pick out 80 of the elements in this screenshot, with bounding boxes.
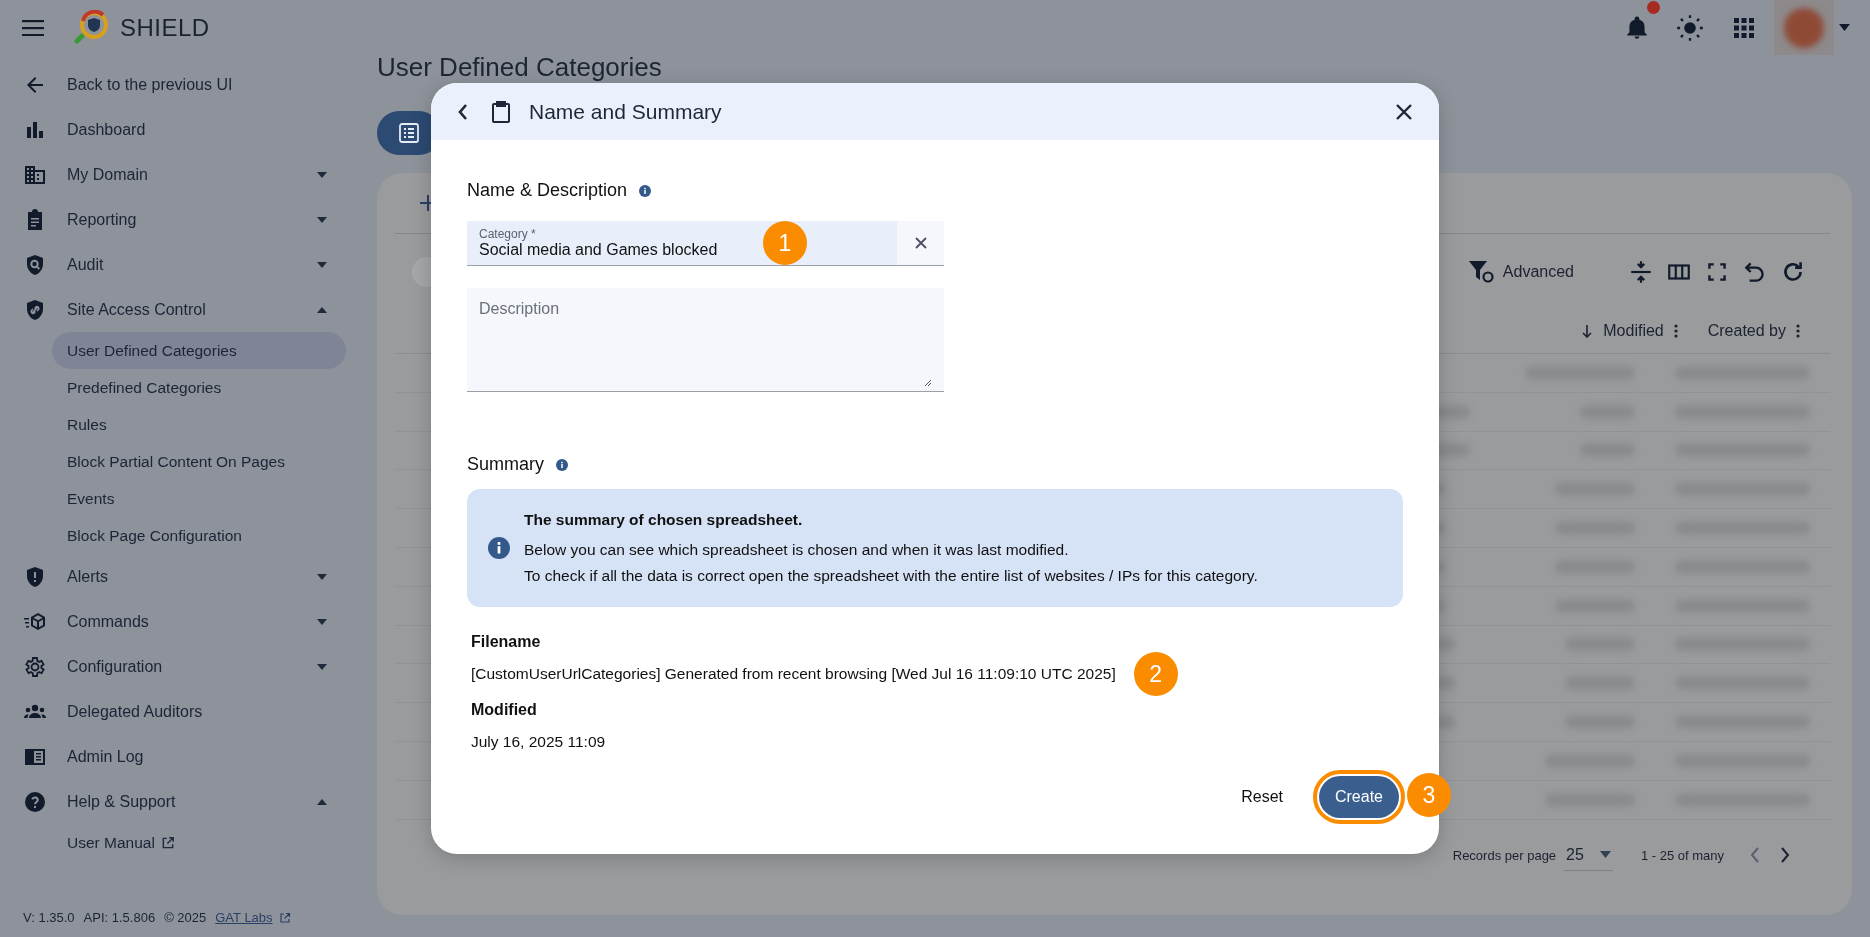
caret-icon[interactable] (316, 617, 328, 626)
caret-icon (1599, 851, 1611, 858)
more-options-icon[interactable] (1796, 324, 1800, 338)
reset-button[interactable]: Reset (1227, 778, 1297, 816)
apps-grid-icon[interactable] (1734, 17, 1754, 38)
gear-icon (23, 654, 47, 679)
detail-value: [CustomUserUrlCategories] Generated from recent browsing [Wed Jul 16 11:09:10 UTC 2025] (471, 665, 1116, 683)
page-title: User Defined Categories (377, 53, 663, 84)
column-header[interactable]: Modified (1581, 322, 1678, 340)
info-icon (488, 537, 510, 559)
column-header[interactable]: Created by (1707, 322, 1800, 340)
sidebar-subitem[interactable]: User Manual (52, 824, 346, 861)
info-text: To check if all the data is correct open the spreadsheet with the entire list of websites / IPs for this category. (524, 567, 1258, 585)
caret-icon[interactable] (1839, 24, 1850, 31)
page-size-select[interactable]: 25 (1564, 839, 1613, 871)
sidebar-item[interactable]: Admin Log (0, 734, 360, 779)
sidebar-item[interactable]: My Domain (0, 152, 360, 197)
version-text: V: 1.35.0 (23, 910, 75, 925)
sidebar-subitem[interactable]: Block Partial Content On Pages (52, 443, 346, 480)
app-title: SHIELD (120, 13, 210, 42)
caret-icon[interactable] (316, 260, 328, 269)
api-version-text: API: 1.5.806 (83, 910, 156, 925)
info-icon (556, 458, 568, 471)
sidebar-subitem[interactable]: Block Page Configuration (52, 517, 346, 554)
close-icon[interactable] (1395, 102, 1413, 121)
caret-icon[interactable] (316, 797, 328, 806)
description-field[interactable]: Description (467, 288, 944, 392)
info-text: Below you can see which spreadsheet is chosen and when it was last modified. (524, 541, 1070, 559)
caret-icon[interactable] (316, 215, 328, 224)
sidebar-subitem[interactable]: Predefined Categories (52, 369, 346, 406)
caret-icon[interactable] (316, 662, 328, 671)
caret-icon[interactable] (316, 305, 328, 314)
brightness-icon[interactable] (1676, 13, 1704, 42)
notification-bell-icon[interactable] (1624, 14, 1650, 41)
more-options-icon[interactable] (1673, 324, 1678, 338)
external-link-icon (278, 911, 291, 924)
clipboard-icon (491, 100, 511, 123)
resize-grip-icon[interactable] (924, 379, 932, 387)
records-per-page-label: Records per page (1452, 847, 1557, 863)
sidebar-item[interactable]: Audit (0, 242, 360, 287)
description-placeholder: Description (479, 300, 560, 317)
sidebar-item[interactable]: Configuration (0, 644, 360, 689)
sidebar-item[interactable]: Alerts (0, 554, 360, 599)
info-icon (639, 184, 652, 197)
sidebar-item[interactable]: Help & Support (0, 779, 360, 824)
advanced-filter-button[interactable]: Advanced (1462, 258, 1580, 285)
sidebar-subitem[interactable]: User Defined Categories (52, 332, 346, 369)
sidebar-item[interactable]: Delegated Auditors (0, 689, 360, 734)
menu-icon[interactable] (22, 19, 44, 36)
sidebar-subitem[interactable]: Rules (52, 406, 346, 443)
section-heading: Name & Description (467, 180, 628, 201)
step-number-badge: 1 (763, 221, 807, 265)
detail-label: Filename (471, 633, 541, 651)
info-title: The summary of chosen spreadsheet. (524, 511, 804, 529)
page-range-text: 1 - 25 of many (1640, 847, 1724, 863)
next-page-icon[interactable] (1780, 847, 1790, 863)
company-link[interactable]: GAT Labs (215, 910, 291, 925)
sidebar-item[interactable]: Dashboard (0, 107, 360, 152)
dialog-title: Name and Summary (529, 99, 722, 124)
detail-label: Modified (471, 701, 537, 719)
magnifier-shield-logo-icon (74, 9, 110, 46)
copyright-text: © 2025 (164, 910, 207, 925)
sidebar-subitem[interactable]: Events (52, 480, 346, 517)
caret-icon[interactable] (316, 572, 328, 581)
filter-gear-icon (1468, 259, 1495, 284)
density-icon[interactable] (1628, 258, 1654, 285)
step-number-badge: 3 (1407, 773, 1451, 817)
sidebar-item[interactable]: Site Access Control (0, 287, 360, 332)
step-number-badge: 2 (1133, 652, 1178, 696)
list-icon (399, 123, 419, 143)
sidebar-item[interactable]: Commands (0, 599, 360, 644)
sidebar-item[interactable]: Reporting (0, 197, 360, 242)
section-heading: Summary (467, 454, 544, 475)
clear-button[interactable] (897, 221, 944, 265)
back-chevron-icon[interactable] (457, 102, 469, 121)
clear-icon (914, 237, 927, 249)
help-icon (23, 789, 47, 814)
back-link[interactable]: Back to the previous UI (0, 62, 360, 107)
detail-value: July 16, 2025 11:09 (471, 733, 606, 751)
caret-icon[interactable] (316, 170, 328, 179)
